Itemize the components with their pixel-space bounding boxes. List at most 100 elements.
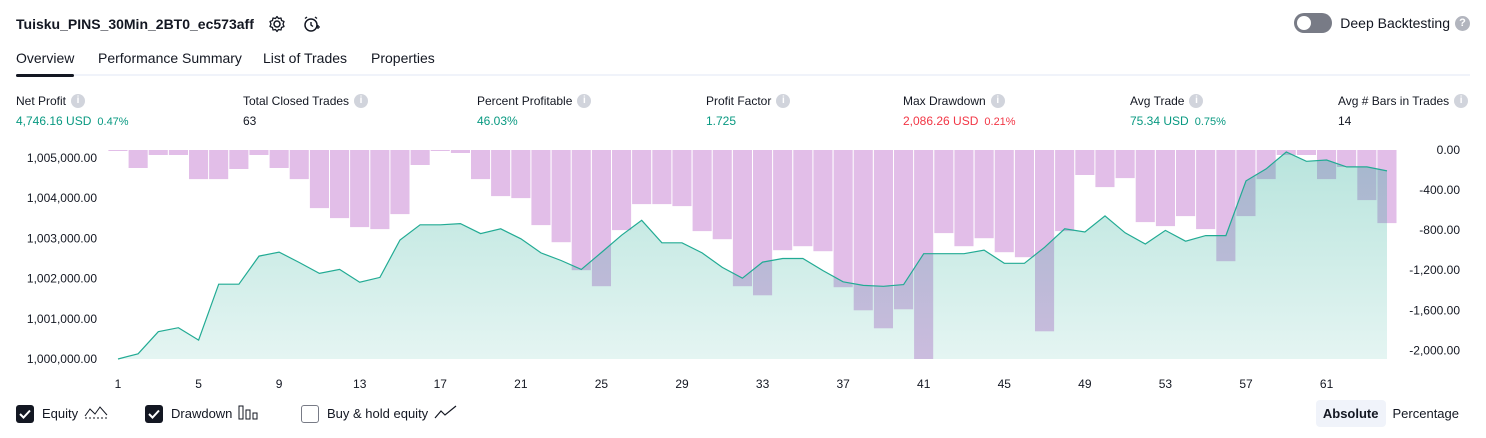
deep-backtesting-toggle[interactable] xyxy=(1294,13,1333,33)
x-axis-tick-label: 61 xyxy=(1320,377,1334,390)
drawdown-bar xyxy=(128,150,148,168)
legend-buy-hold-equity[interactable]: Buy & hold equity xyxy=(301,404,458,423)
drawdown-bar xyxy=(1014,150,1034,258)
drawdown-bar xyxy=(370,150,390,230)
info-icon[interactable]: i xyxy=(71,94,86,108)
x-axis: 1 5 9 13 17 21 25 29 33 37 41 45 49 53 57 61 xyxy=(115,377,1334,390)
tab-overview[interactable]: Overview xyxy=(16,50,75,77)
x-axis-tick-label: 33 xyxy=(756,377,770,390)
x-axis-tick-label: 37 xyxy=(836,377,850,390)
legend-equity[interactable]: Equity xyxy=(16,404,108,423)
drawdown-checkbox[interactable] xyxy=(145,404,163,423)
drawdown-bar xyxy=(249,150,269,155)
metric-label: Max Drawdown xyxy=(903,94,986,108)
tab-properties[interactable]: Properties xyxy=(371,50,435,66)
metric-label: Profit Factor xyxy=(706,94,772,108)
right-axis-tick-label: -1,200.00 xyxy=(1409,263,1460,277)
absolute-button[interactable]: Absolute xyxy=(1315,400,1386,427)
drawdown-bar xyxy=(652,150,672,205)
buy-hold-line-icon xyxy=(434,404,458,423)
drawdown-bar xyxy=(229,150,249,169)
drawdown-bars-icon xyxy=(238,404,260,423)
drawdown-bar xyxy=(471,150,491,180)
metric-avg-trade: Avg Trade i 75.34 USD 0.75% xyxy=(1130,94,1226,128)
info-icon[interactable]: i xyxy=(776,94,791,108)
metric-net-profit: Net Profit i 4,746.16 USD 0.47% xyxy=(16,94,129,128)
info-icon[interactable]: i xyxy=(990,94,1005,108)
metric-total-closed-trades: Total Closed Trades i 63 xyxy=(243,94,369,128)
toggle-knob xyxy=(1297,16,1312,30)
x-axis-tick-label: 29 xyxy=(675,377,689,390)
drawdown-bar xyxy=(1155,150,1175,227)
x-axis-tick-label: 41 xyxy=(917,377,931,390)
drawdown-bar xyxy=(289,150,309,180)
x-axis-tick-label: 45 xyxy=(998,377,1012,390)
drawdown-bar xyxy=(934,150,954,234)
strategy-title: Tuisku_PINS_30Min_2BT0_ec573aff xyxy=(16,16,254,32)
help-question-icon[interactable]: ? xyxy=(1455,15,1470,31)
settings-gear-icon[interactable] xyxy=(266,13,288,35)
tab-performance-summary[interactable]: Performance Summary xyxy=(98,50,242,66)
metric-value: 2,086.26 USD xyxy=(903,114,979,128)
drawdown-bar xyxy=(712,150,732,240)
left-axis-tick-label: 1,001,000.00 xyxy=(27,312,97,326)
x-axis-tick-label: 9 xyxy=(276,377,283,390)
info-icon[interactable]: i xyxy=(354,94,369,108)
left-axis-tick-label: 1,000,000.00 xyxy=(27,352,97,366)
left-axis-tick-label: 1,005,000.00 xyxy=(27,151,97,165)
drawdown-bar xyxy=(309,150,329,209)
x-axis-tick-label: 13 xyxy=(353,377,367,390)
percentage-button[interactable]: Percentage xyxy=(1386,400,1467,427)
metric-percent-profitable: Percent Profitable i 46.03% xyxy=(477,94,592,128)
right-axis-tick-label: -800.00 xyxy=(1419,223,1460,237)
x-axis-tick-label: 25 xyxy=(595,377,609,390)
legend-drawdown[interactable]: Drawdown xyxy=(145,404,260,423)
drawdown-bar xyxy=(1095,150,1115,188)
drawdown-bar xyxy=(531,150,551,226)
metric-percent: 0.47% xyxy=(97,116,129,128)
drawdown-bar xyxy=(511,150,531,199)
scale-mode-toggle: Absolute Percentage xyxy=(1315,400,1467,427)
metric-profit-factor: Profit Factor i 1.725 xyxy=(706,94,791,128)
drawdown-bar xyxy=(410,150,430,165)
drawdown-bar xyxy=(773,150,793,251)
equity-drawdown-chart[interactable]: 1,005,000.00 1,004,000.00 1,003,000.00 1,00… xyxy=(0,140,1486,390)
drawdown-bar xyxy=(793,150,813,247)
x-axis-tick-label: 49 xyxy=(1078,377,1092,390)
drawdown-bar xyxy=(632,150,652,205)
metric-label: Net Profit xyxy=(16,94,67,108)
drawdown-bar xyxy=(994,150,1014,253)
left-axis-tick-label: 1,004,000.00 xyxy=(27,191,97,205)
add-alert-clock-icon[interactable] xyxy=(300,13,322,35)
legend-label: Buy & hold equity xyxy=(327,406,429,421)
drawdown-bar xyxy=(450,150,470,153)
drawdown-bar xyxy=(430,150,450,151)
metric-label: Percent Profitable xyxy=(477,94,573,108)
drawdown-bar xyxy=(350,150,370,228)
equity-checkbox[interactable] xyxy=(16,404,34,423)
metric-value: 75.34 USD xyxy=(1130,114,1189,128)
right-axis-tick-label: -1,600.00 xyxy=(1409,303,1460,317)
buy-hold-checkbox[interactable] xyxy=(301,404,319,423)
info-icon[interactable]: i xyxy=(1454,94,1469,108)
right-axis-tick-label: 0.00 xyxy=(1437,143,1461,157)
drawdown-bar xyxy=(692,150,712,232)
left-axis-tick-label: 1,003,000.00 xyxy=(27,231,97,245)
tab-bar: Overview Performance Summary List of Tra… xyxy=(16,46,1470,77)
metric-value: 14 xyxy=(1338,114,1352,128)
tab-list-of-trades[interactable]: List of Trades xyxy=(263,50,347,66)
drawdown-bar xyxy=(813,150,833,252)
x-axis-tick-label: 17 xyxy=(434,377,448,390)
x-axis-tick-label: 21 xyxy=(514,377,528,390)
metric-value: 63 xyxy=(243,114,257,128)
info-icon[interactable]: i xyxy=(577,94,592,108)
drawdown-bar xyxy=(1296,150,1316,155)
drawdown-bar xyxy=(1176,150,1196,217)
metric-max-drawdown: Max Drawdown i 2,086.26 USD 0.21% xyxy=(903,94,1016,128)
right-axis-tick-label: -400.00 xyxy=(1419,183,1460,197)
info-icon[interactable]: i xyxy=(1189,94,1204,108)
metric-label: Avg Trade xyxy=(1130,94,1185,108)
metric-percent: 0.21% xyxy=(984,116,1016,128)
drawdown-bar xyxy=(1135,150,1155,223)
metric-percent: 0.75% xyxy=(1194,116,1226,128)
